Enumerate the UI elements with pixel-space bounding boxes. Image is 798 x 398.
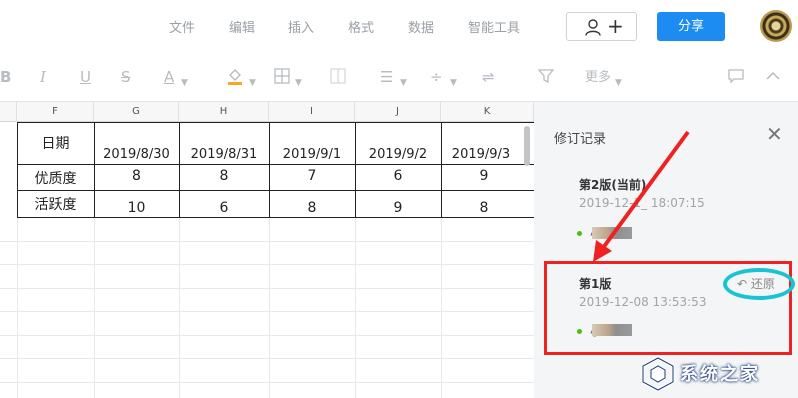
- watermark-text: 系统之家: [680, 364, 760, 385]
- watermark-logo-icon: [641, 356, 675, 392]
- annotation-arrow: [593, 130, 690, 262]
- site-watermark: 系统之家: [634, 350, 798, 398]
